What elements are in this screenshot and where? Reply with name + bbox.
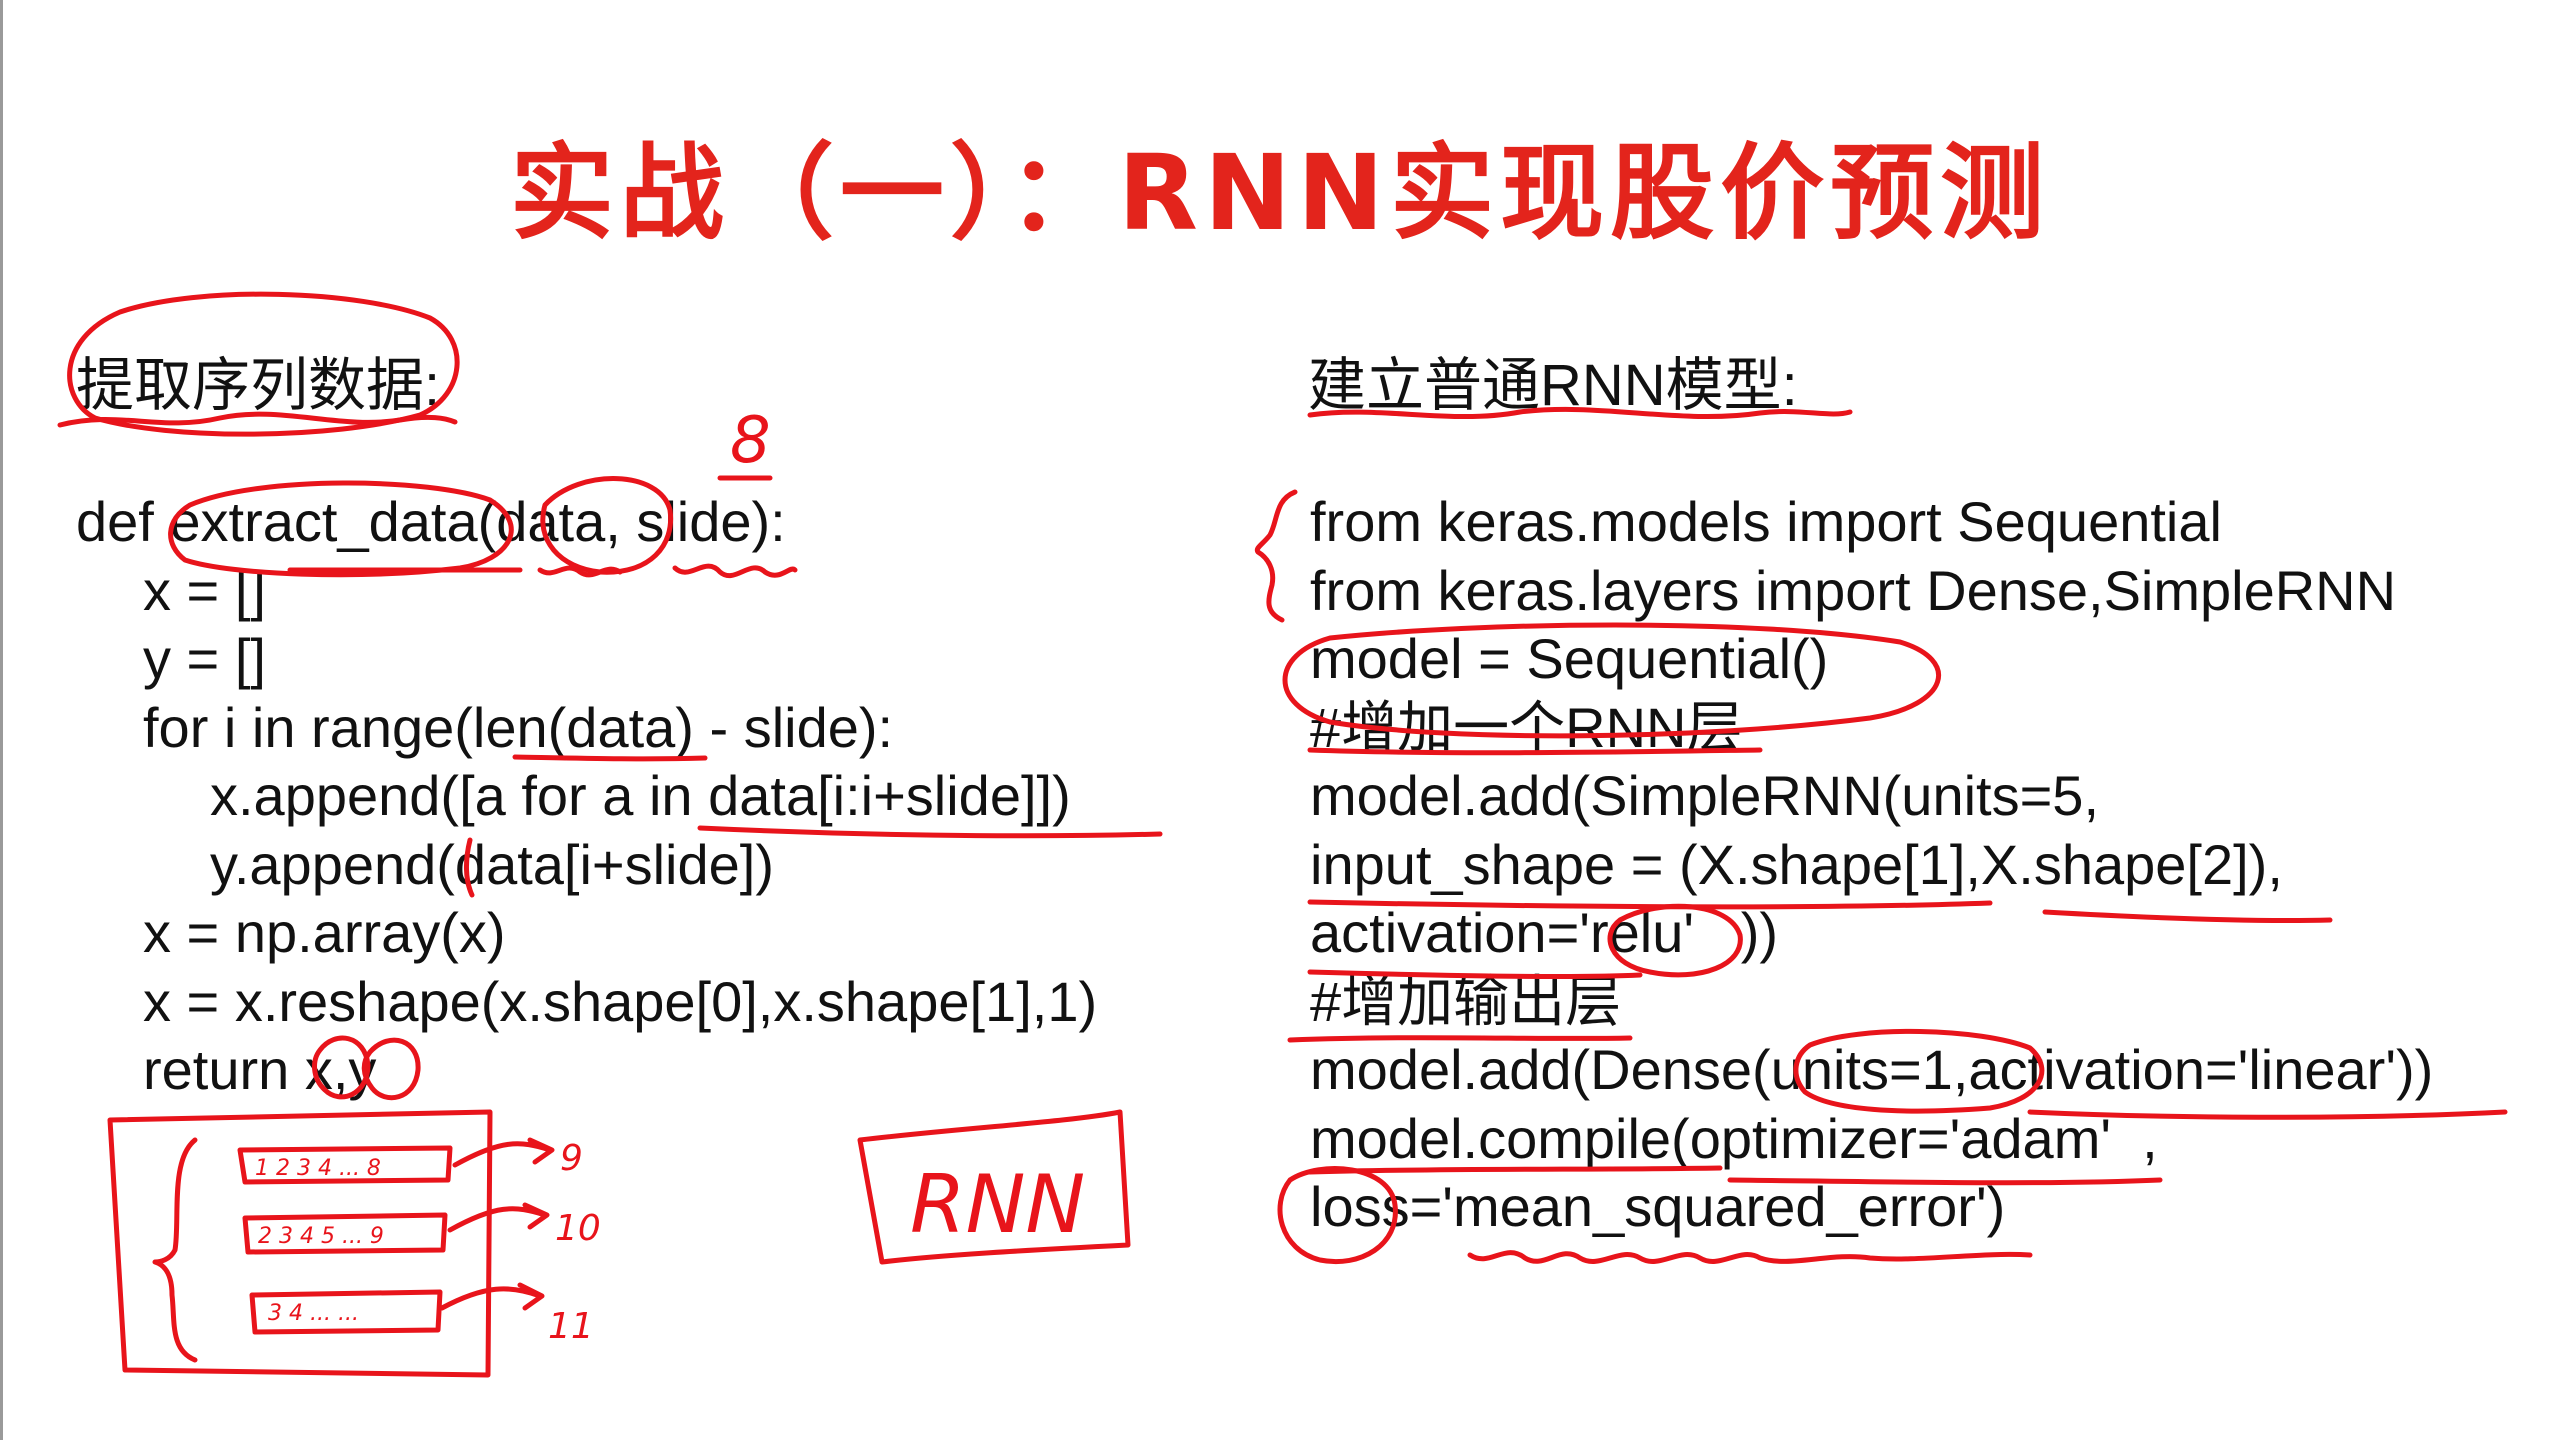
right-code-block: from keras.models import Sequential from…	[1310, 488, 2433, 1242]
sequence-row-1: 1 2 3 4 ... 8	[255, 1156, 381, 1181]
target-3: 11	[548, 1306, 594, 1347]
code-line: model = Sequential()	[1310, 627, 1829, 690]
sequence-row-3-box	[249, 1289, 443, 1335]
code-line: from keras.models import Sequential	[1310, 490, 2222, 553]
code-line: for i in range(len(data) - slide):	[143, 695, 894, 759]
sequence-row-2: 2 3 4 5 ... 9	[258, 1224, 384, 1249]
right-heading: 建立普通RNN模型:	[1308, 353, 1798, 418]
code-line: #增加一个RNN层	[1310, 695, 1743, 759]
code-line: input_shape = (X.shape[1],X.shape[2]),	[1310, 832, 2283, 896]
sequence-frame	[107, 1109, 493, 1378]
sequence-row-1-box	[237, 1145, 453, 1185]
sequence-bracket	[152, 1137, 198, 1363]
loss-wave	[1467, 1250, 2033, 1264]
code-line: x = x.reshape(x.shape[0],x.shape[1],1)	[143, 969, 1098, 1033]
sequence-row-2-box	[242, 1212, 448, 1255]
code-line: model.add(Dense(units=1,activation='line…	[1310, 1038, 2434, 1101]
arrow-2	[447, 1202, 550, 1233]
code-line: x = np.array(x)	[143, 901, 506, 964]
code-line: model.add(SimpleRNN(units=5,	[1310, 764, 2100, 827]
code-line: loss='mean_squared_error')	[1310, 1175, 2006, 1238]
rnn-box	[857, 1109, 1131, 1265]
code-line: x.append([a for a in data[i:i+slide]])	[210, 764, 1071, 827]
code-line: x = []	[143, 558, 266, 622]
code-line: return x,y	[143, 1038, 377, 1101]
code-line: activation='relu' ))	[1310, 901, 1779, 964]
code-line: y.append(data[i+slide])	[210, 832, 774, 896]
arrow-3	[439, 1282, 545, 1311]
code-line: model.compile(optimizer='adam' ,	[1310, 1106, 2158, 1170]
code-line: y = []	[143, 627, 266, 690]
slide-title: 实战（一）：RNN实现股价预测	[509, 132, 2051, 254]
rnn-box-label: RNN	[910, 1158, 1085, 1251]
arrow-1	[452, 1137, 555, 1168]
target-1: 9	[560, 1138, 583, 1179]
sequence-row-3: 3 4 ... ...	[268, 1301, 359, 1326]
slide-value-note: 8	[730, 404, 771, 478]
code-line: #增加输出层	[1310, 969, 1622, 1033]
code-line: def extract_data(data, slide):	[76, 490, 786, 553]
slide: 实战（一）：RNN实现股价预测 提取序列数据: 建立普通RNN模型: def e…	[0, 0, 2560, 1440]
import-brace	[1254, 489, 1298, 623]
target-2: 10	[555, 1208, 601, 1249]
left-code-block: def extract_data(data, slide): x = [] y …	[76, 488, 1097, 1105]
left-heading: 提取序列数据:	[76, 353, 441, 418]
code-line: from keras.layers import Dense,SimpleRNN	[1310, 558, 2397, 622]
